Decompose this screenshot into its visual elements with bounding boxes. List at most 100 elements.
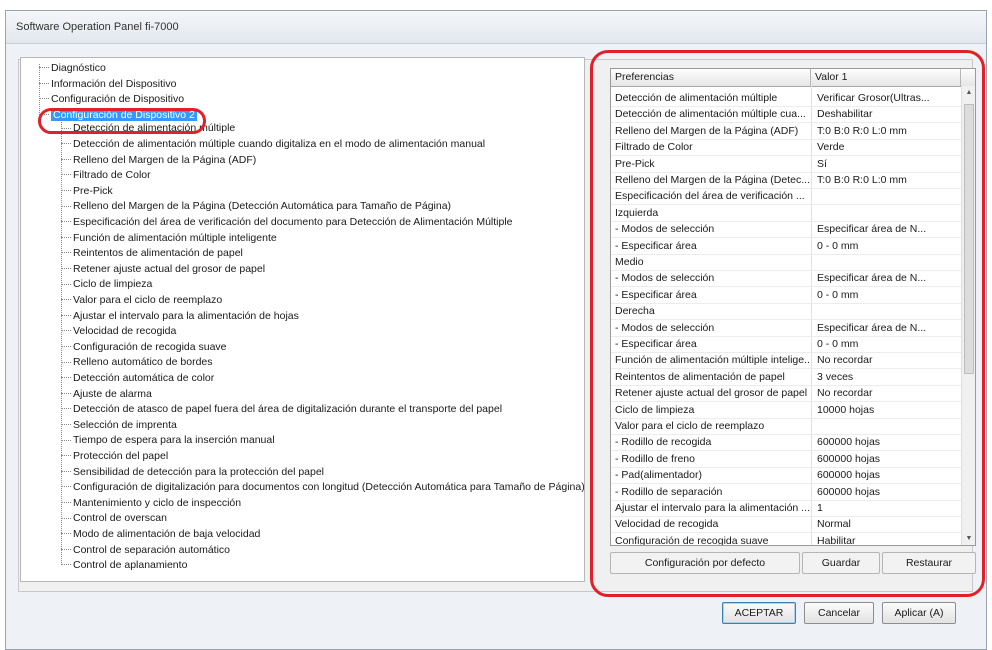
tree-item[interactable]: Configuración de Dispositivo — [39, 92, 184, 107]
tree-branch — [61, 470, 71, 473]
grid-highlight-outline — [590, 50, 985, 597]
tree-child-item[interactable]: Detección de atasco de papel fuera del á… — [61, 402, 502, 417]
tree-child-item[interactable]: Relleno del Margen de la Página (ADF) — [61, 153, 256, 168]
tree-branch — [61, 314, 71, 317]
tree-child-item[interactable]: Control de aplanamiento — [61, 558, 187, 573]
tree-child-item[interactable]: Mantenimiento y ciclo de inspección — [61, 496, 241, 511]
tree-child-item[interactable]: Retener ajuste actual del grosor de pape… — [61, 262, 265, 277]
tree-child-item[interactable]: Velocidad de recogida — [61, 324, 176, 339]
tree-branch — [61, 221, 71, 223]
tree-branch — [61, 346, 71, 348]
tree-item-label: Control de separación automático — [73, 543, 231, 556]
settings-tree[interactable]: Diagnóstico Información del Dispositivo Co… — [20, 57, 585, 582]
tree-branch — [61, 283, 71, 286]
tree-item-label: Filtrado de Color — [73, 169, 151, 182]
tree-item-label: Diagnóstico — [51, 62, 106, 74]
tree-branch — [61, 143, 71, 145]
tree-item-label: Ajustar el intervalo para la alimentació… — [73, 309, 299, 322]
tree-branch — [39, 67, 49, 69]
cancel-button[interactable]: Cancelar — [804, 602, 874, 624]
tree-child-item[interactable]: Reintentos de alimentación de papel — [61, 246, 243, 261]
tree-child-item[interactable]: Sensibilidad de detección para la protec… — [61, 465, 324, 480]
tree-branch — [39, 82, 49, 85]
tree-item-label: Retener ajuste actual del grosor de pape… — [73, 262, 266, 275]
tree-child-item[interactable]: Pre-Pick — [61, 184, 113, 199]
tree-branch — [61, 408, 71, 410]
tree-branch — [61, 486, 71, 488]
tree-child-item[interactable]: Ciclo de limpieza — [61, 277, 152, 292]
tree-child-item[interactable]: Valor para el ciclo de reemplazo — [61, 293, 222, 308]
tree-child-item[interactable]: Relleno automático de bordes — [61, 355, 213, 370]
tree-item-label: Información del Dispositivo — [51, 77, 177, 90]
tree-child-item[interactable]: Filtrado de Color — [61, 168, 151, 183]
tree-branch — [61, 439, 71, 442]
tree-child-item[interactable]: Configuración de digitalización para doc… — [61, 480, 585, 495]
tree-child-item[interactable]: Control de separación automático — [61, 543, 230, 558]
tree-item-label: Control de aplanamiento — [73, 559, 188, 572]
tree-child-item[interactable]: Protección del papel — [61, 449, 168, 464]
selected-node-highlight — [38, 108, 206, 134]
tree-item[interactable]: Información del Dispositivo — [39, 77, 176, 92]
tree-item-label: Detección de alimentación múltiple cuand… — [73, 138, 486, 150]
tree-item-label: Mantenimiento y ciclo de inspección — [73, 496, 242, 509]
tree-branch — [61, 392, 71, 395]
window-title: Software Operation Panel fi-7000 — [6, 11, 986, 44]
tree-item-label: Modo de alimentación de baja velocidad — [73, 528, 261, 540]
tree-child-item[interactable]: Modo de alimentación de baja velocidad — [61, 527, 260, 542]
tree-branch — [61, 158, 71, 161]
tree-child-item[interactable]: Detección de alimentación múltiple cuand… — [61, 137, 485, 152]
tree-branch — [61, 205, 71, 208]
tree-branch — [61, 455, 71, 457]
tree-child-item[interactable]: Control de overscan — [61, 511, 167, 526]
tree-child-item[interactable]: Tiempo de espera para la inserción manua… — [61, 433, 275, 448]
tree-branch — [61, 424, 71, 426]
tree-branch — [61, 377, 71, 379]
tree-item-label: Configuración de Dispositivo — [51, 93, 185, 106]
tree-branch — [61, 299, 71, 301]
tree-item-label: Detección de atasco de papel fuera del á… — [73, 403, 503, 416]
tree-item-label: Valor para el ciclo de reemplazo — [73, 294, 223, 306]
tree-child-item[interactable]: Especificación del área de verificación … — [61, 215, 513, 230]
tree-item-label: Protección del papel — [73, 450, 169, 462]
tree-branch — [61, 502, 71, 504]
tree-child-item[interactable]: Configuración de recogida suave — [61, 340, 227, 355]
tree-branch — [61, 533, 71, 535]
tree-child-item[interactable]: Relleno del Margen de la Página (Detecci… — [61, 199, 451, 214]
tree-item-label: Relleno del Margen de la Página (ADF) — [73, 153, 257, 166]
tree-branch — [61, 361, 71, 364]
tree-branch — [61, 517, 71, 520]
tree-child-item[interactable]: Ajuste de alarma — [61, 387, 152, 402]
tree-child-item[interactable]: Detección automática de color — [61, 371, 214, 386]
tree-item-label: Sensibilidad de detección para la protec… — [73, 465, 325, 478]
tree-item-label: Relleno del Margen de la Página (Detecci… — [73, 200, 452, 213]
tree-item-label: Pre-Pick — [73, 184, 113, 197]
tree-item-label: Ajuste de alarma — [73, 387, 152, 400]
tree-branch — [61, 564, 71, 566]
tree-item-label: Velocidad de recogida — [73, 325, 177, 338]
tree-branch — [39, 98, 49, 100]
tree-branch — [61, 330, 71, 332]
tree-child-item[interactable]: Función de alimentación múltiple intelig… — [61, 231, 277, 246]
apply-button[interactable]: Aplicar (A) — [882, 602, 956, 624]
tree-item-label: Configuración de digitalización para doc… — [73, 481, 585, 494]
tree-item-label: Selección de imprenta — [73, 418, 177, 431]
tree-item-label: Control de overscan — [73, 512, 167, 525]
tree-item-label: Configuración de recogida suave — [73, 340, 227, 353]
tree-branch — [61, 174, 71, 176]
tree-item[interactable]: Diagnóstico — [39, 61, 106, 76]
tree-branch — [61, 236, 71, 239]
tree-item-label: Especificación del área de verificación … — [73, 216, 513, 228]
tree-child-item[interactable]: Ajustar el intervalo para la alimentació… — [61, 309, 299, 324]
tree-branch — [61, 190, 71, 192]
tree-item-label: Ciclo de limpieza — [73, 278, 153, 291]
tree-item-label: Función de alimentación múltiple intelig… — [73, 231, 277, 244]
ok-button[interactable]: ACEPTAR — [722, 602, 796, 624]
tree-branch — [61, 252, 71, 254]
tree-item-label: Detección automática de color — [73, 372, 215, 384]
tree-item-label: Reintentos de alimentación de papel — [73, 247, 243, 260]
tree-item-label: Tiempo de espera para la inserción manua… — [73, 434, 275, 447]
tree-branch — [61, 268, 71, 270]
tree-branch — [61, 548, 71, 551]
tree-item-label: Relleno automático de bordes — [73, 356, 213, 369]
tree-child-item[interactable]: Selección de imprenta — [61, 418, 177, 433]
